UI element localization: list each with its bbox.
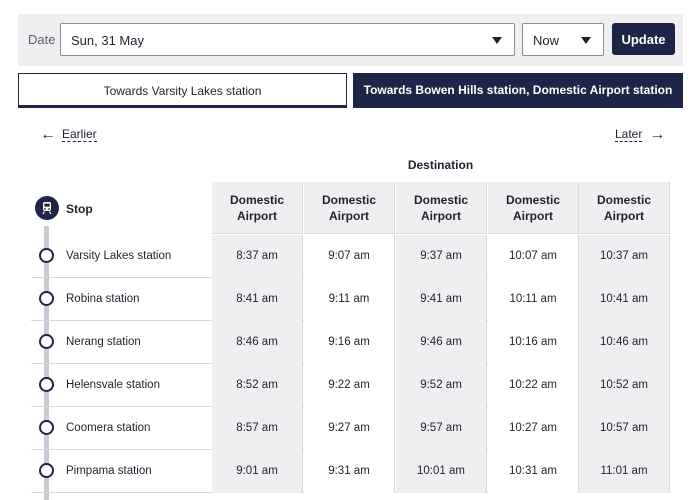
departure-time-cell: 11:01 am (579, 450, 670, 493)
time-select[interactable]: Now (522, 23, 604, 56)
departure-time-cell: 8:37 am (212, 235, 303, 278)
date-filter-bar: Date Sun, 31 May Now Update (18, 14, 683, 66)
destination-header: Domestic Airport (396, 182, 487, 234)
stop-name: Helensvale station (66, 379, 160, 391)
stop-name: Robina station (66, 293, 140, 305)
stop-marker (39, 291, 54, 306)
departure-time-cell: 9:46 am (396, 321, 487, 364)
date-select-value: Sun, 31 May (71, 33, 144, 48)
departure-time-cell: 9:22 am (304, 364, 395, 407)
earlier-link[interactable]: ← Earlier (40, 125, 97, 143)
update-button[interactable]: Update (612, 23, 675, 55)
departure-time-cell: 10:57 am (579, 407, 670, 450)
departure-time-cell: 10:46 am (579, 321, 670, 364)
departure-time-cell: 10:31 am (488, 450, 579, 493)
departure-time-cell: 9:52 am (396, 364, 487, 407)
later-link[interactable]: Later → (615, 125, 666, 143)
date-select[interactable]: Sun, 31 May (60, 23, 515, 56)
departure-time-cell: 10:41 am (579, 278, 670, 321)
stop-name: Coomera station (66, 422, 151, 434)
departure-time-cell: 10:01 am (396, 450, 487, 493)
chevron-down-icon (492, 37, 502, 44)
departure-time-cell: 10:52 am (579, 364, 670, 407)
stop-name: Nerang station (66, 336, 141, 348)
departure-time-cell: 10:22 am (488, 364, 579, 407)
arrow-left-icon: ← (40, 125, 56, 143)
departure-time-cell: 9:11 am (304, 278, 395, 321)
departure-time-cell: 10:37 am (579, 235, 670, 278)
stop-marker (39, 420, 54, 435)
destination-header: Domestic Airport (304, 182, 395, 234)
destination-header: Domestic Airport (579, 182, 670, 234)
departure-time-cell: 8:46 am (212, 321, 303, 364)
tab-towards-varsity-lakes[interactable]: Towards Varsity Lakes station (18, 73, 347, 108)
departure-time-cell: 8:41 am (212, 278, 303, 321)
departure-time-cell: 9:41 am (396, 278, 487, 321)
departure-time-cell: 8:52 am (212, 364, 303, 407)
departure-time-cell: 8:57 am (212, 407, 303, 450)
departure-time-cell: 9:27 am (304, 407, 395, 450)
later-label: Later (615, 127, 643, 142)
stop-marker (39, 463, 54, 478)
departure-time-cell: 9:37 am (396, 235, 487, 278)
destination-heading: Destination (407, 158, 474, 172)
departure-time-cell: 9:07 am (304, 235, 395, 278)
arrow-right-icon: → (649, 125, 666, 143)
stop-name: Varsity Lakes station (66, 250, 172, 262)
chevron-down-icon (581, 37, 591, 44)
departure-time-cell: 9:16 am (304, 321, 395, 364)
departure-time-cell: 9:01 am (212, 450, 303, 493)
stop-marker (39, 248, 54, 263)
stop-marker (39, 334, 54, 349)
train-icon (35, 196, 59, 220)
date-label: Date (28, 32, 56, 47)
tab-towards-bowen-hills[interactable]: Towards Bowen Hills station, Domestic Ai… (353, 73, 683, 108)
time-select-value: Now (533, 33, 560, 48)
departure-time-cell: 10:11 am (488, 278, 579, 321)
departure-time-cell: 9:57 am (396, 407, 487, 450)
destination-header: Domestic Airport (488, 182, 579, 234)
destination-header: Domestic Airport (212, 182, 303, 234)
departure-time-cell: 9:31 am (304, 450, 395, 493)
stop-column-header: Stop (66, 202, 93, 216)
earlier-label: Earlier (62, 127, 97, 142)
stop-name: Pimpama station (66, 465, 152, 477)
departure-time-cell: 10:27 am (488, 407, 579, 450)
stop-marker (39, 377, 54, 392)
departure-time-cell: 10:16 am (488, 321, 579, 364)
departure-time-cell: 10:07 am (488, 235, 579, 278)
